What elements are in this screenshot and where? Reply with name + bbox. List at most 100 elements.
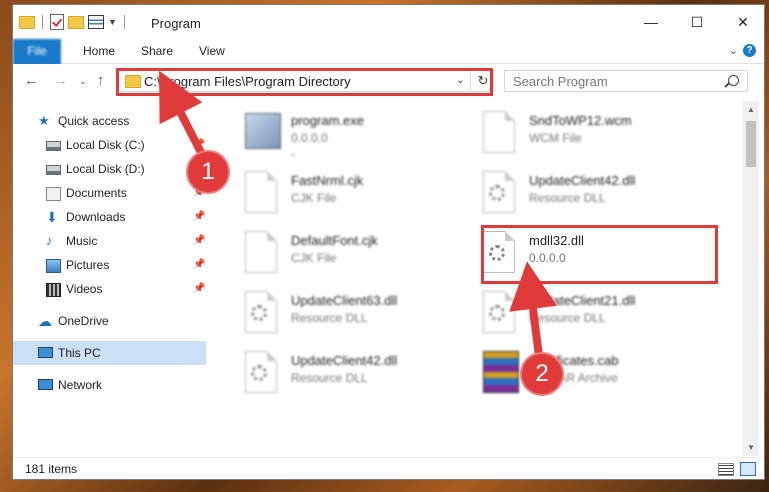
file-type: CJK File <box>291 191 337 205</box>
search-icon <box>728 75 739 86</box>
file-type: Resource DLL <box>529 191 606 205</box>
status-bar: 181 items <box>13 457 764 479</box>
vertical-scrollbar[interactable]: ▲ ▼ <box>743 101 759 456</box>
pin-icon: 📌 <box>193 235 206 246</box>
sidebar-item-downloads[interactable]: ⬇ Downloads 📌 <box>13 205 206 229</box>
sidebar-item-music[interactable]: ♪ Music 📌 <box>13 229 206 253</box>
scroll-up-icon[interactable]: ▲ <box>747 105 755 114</box>
file-item[interactable]: DefaultFont.cjk CJK File <box>223 225 443 281</box>
forward-arrow-icon[interactable]: → <box>53 72 68 89</box>
sidebar-item-label: Local Disk (C:) <box>66 138 145 152</box>
documents-icon <box>46 187 61 201</box>
download-icon: ⬇ <box>46 209 58 225</box>
sidebar-item-label: Downloads <box>66 210 126 224</box>
pin-icon: 📌 <box>193 283 206 294</box>
tab-share[interactable]: Share <box>131 39 183 63</box>
sidebar-item-quick-access[interactable]: ★ Quick access <box>13 109 206 133</box>
file-name: UpdateClient63.dll <box>291 293 398 308</box>
cloud-icon: ☁ <box>38 313 52 329</box>
folder-icon <box>19 15 35 29</box>
sidebar-item-label: Local Disk (D:) <box>66 162 145 176</box>
maximize-button[interactable]: ☐ <box>674 5 720 39</box>
file-item[interactable]: UpdateClient42.dll Resource DLL <box>461 165 681 221</box>
sidebar-item-onedrive[interactable]: ☁ OneDrive <box>13 309 206 333</box>
sidebar-item-label: Network <box>58 378 103 392</box>
disk-icon <box>46 165 61 175</box>
back-arrow-icon[interactable]: ← <box>24 72 39 89</box>
star-icon: ★ <box>38 113 50 128</box>
minimize-button[interactable]: — <box>628 5 674 39</box>
network-icon <box>38 379 53 390</box>
file-item[interactable]: Certificates.cab WinRAR Archive <box>461 345 681 401</box>
scroll-down-icon[interactable]: ▼ <box>747 443 755 452</box>
details-view-icon[interactable] <box>718 463 734 476</box>
window-title: Program <box>151 16 201 31</box>
file-name: UpdateClient21.dll <box>529 293 636 308</box>
sidebar-item-network[interactable]: Network <box>13 373 206 397</box>
gear-icon <box>489 305 505 321</box>
expand-ribbon-chevron-icon[interactable]: ⌄ <box>729 44 738 57</box>
file-item[interactable]: UpdateClient63.dll Resource DLL <box>223 285 443 341</box>
sidebar-item-label: Documents <box>66 186 127 200</box>
step-badge-1: 1 <box>188 152 228 192</box>
ribbon-tabs: File Home Share View ⌄ ? <box>13 39 764 95</box>
disk-icon <box>46 141 61 151</box>
navigation-pane: ★ Quick access Local Disk (C:) 📌 Local D… <box>13 101 206 456</box>
sidebar-item-documents[interactable]: Documents 📌 <box>13 181 206 205</box>
title-bar: ▼ Program — ☐ ✕ <box>13 5 764 39</box>
file-name: UpdateClient42.dll <box>529 173 636 188</box>
file-item[interactable]: UpdateClient21.dll Resource DLL <box>461 285 681 341</box>
music-icon: ♪ <box>46 233 53 248</box>
sidebar-item-local-disk-d[interactable]: Local Disk (D:) 📌 <box>13 157 206 181</box>
step-badge-2: 2 <box>522 354 562 394</box>
file-name: FastNrml.cjk <box>291 173 364 188</box>
document-file-icon <box>483 111 515 153</box>
scrollbar-thumb[interactable] <box>746 121 756 167</box>
file-item[interactable]: program.exe 0.0.0.0 - <box>223 105 443 161</box>
tab-view[interactable]: View <box>189 39 235 63</box>
sidebar-item-videos[interactable]: Videos 📌 <box>13 277 206 301</box>
properties-icon[interactable] <box>88 15 104 29</box>
sidebar-item-label: OneDrive <box>58 314 109 328</box>
quick-access-toolbar: ▼ <box>19 14 128 30</box>
computer-icon <box>38 347 53 358</box>
file-item[interactable]: FastNrml.cjk CJK File <box>223 165 443 221</box>
file-item[interactable]: UpdateClient42.dll Resource DLL <box>223 345 443 401</box>
customize-dropdown-icon[interactable]: ▼ <box>108 17 117 27</box>
document-file-icon <box>245 171 277 213</box>
new-folder-icon[interactable] <box>68 15 84 29</box>
file-name: DefaultFont.cjk <box>291 233 378 248</box>
close-button[interactable]: ✕ <box>720 5 764 39</box>
file-name: program.exe <box>291 113 364 128</box>
item-count: 181 items <box>25 462 78 476</box>
file-highlight-box <box>481 225 718 284</box>
large-icons-view-icon[interactable] <box>740 462 756 476</box>
sidebar-item-label: Quick access <box>58 114 130 128</box>
recent-locations-chevron-icon[interactable]: ⌄ <box>79 76 87 87</box>
help-icon[interactable]: ? <box>743 44 756 57</box>
exe-file-icon <box>245 113 281 149</box>
videos-icon <box>46 283 61 297</box>
sidebar-item-this-pc[interactable]: This PC <box>13 341 206 365</box>
up-arrow-icon[interactable]: ↑ <box>97 72 105 89</box>
properties-check-icon[interactable] <box>50 14 64 30</box>
file-item[interactable]: SndToWP12.wcm WCM File <box>461 105 681 161</box>
file-name: UpdateClient42.dll <box>291 353 398 368</box>
address-highlight-box <box>116 68 493 96</box>
file-description: - <box>291 147 295 161</box>
sidebar-item-local-disk-c[interactable]: Local Disk (C:) 📌 <box>13 133 206 157</box>
sidebar-item-label: Pictures <box>66 258 110 272</box>
search-placeholder: Search Program <box>513 74 608 89</box>
gear-icon <box>251 305 267 321</box>
tab-home[interactable]: Home <box>73 39 125 63</box>
file-version: 0.0.0.0 <box>291 131 328 145</box>
sidebar-item-pictures[interactable]: Pictures 📌 <box>13 253 206 277</box>
file-type: Resource DLL <box>291 311 368 325</box>
file-type: WCM File <box>529 131 582 145</box>
sidebar-item-label: This PC <box>58 346 101 360</box>
gear-icon <box>251 365 267 381</box>
search-box[interactable]: Search Program <box>504 70 748 92</box>
pin-icon: 📌 <box>193 211 206 222</box>
pictures-icon <box>46 259 61 273</box>
gear-icon <box>489 185 505 201</box>
